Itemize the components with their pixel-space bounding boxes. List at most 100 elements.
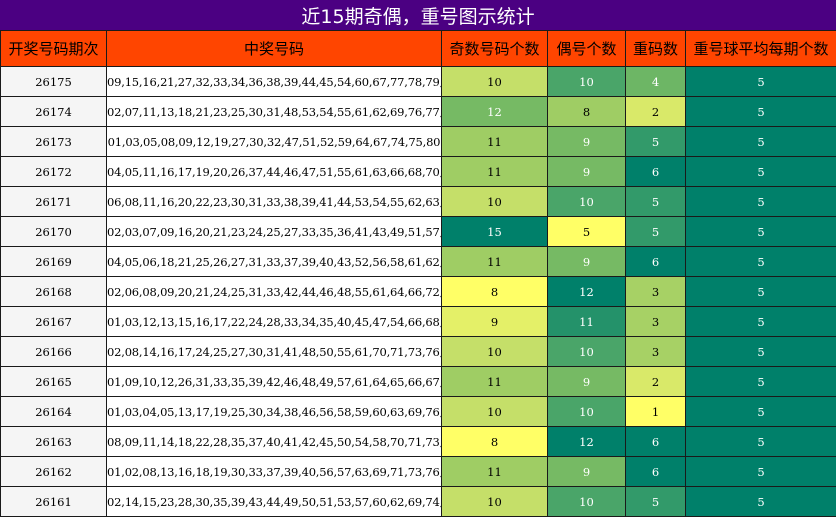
table-row: 26170 02,03,07,09,16,20,21,23,24,25,27,33… — [0, 216, 836, 247]
cell-odd-count: 10 — [441, 66, 548, 97]
cell-even-count: 9 — [547, 126, 626, 157]
header-period: 开奖号码期次 — [0, 30, 107, 67]
cell-numbers: 01,03,05,08,09,12,19,27,30,32,47,51,52,5… — [106, 126, 442, 157]
stats-table: 开奖号码期次 中奖号码 奇数号码个数 偶号个数 重码数 重号球平均每期个数 26… — [0, 30, 836, 517]
cell-avg-repeat: 5 — [685, 156, 836, 187]
table-body: 26175 09,15,16,21,27,32,33,34,36,38,39,44… — [0, 66, 836, 517]
cell-odd-count: 10 — [441, 486, 548, 517]
chart-title: 近15期奇偶，重号图示统计 — [0, 0, 836, 30]
cell-odd-count: 11 — [441, 246, 548, 277]
cell-period: 26167 — [0, 306, 107, 337]
header-odd-count: 奇数号码个数 — [441, 30, 548, 67]
table-row: 26166 02,08,14,16,17,24,25,27,30,31,41,48… — [0, 336, 836, 367]
cell-period: 26164 — [0, 396, 107, 427]
cell-period: 26172 — [0, 156, 107, 187]
cell-period: 26173 — [0, 126, 107, 157]
cell-repeat-count: 5 — [625, 486, 686, 517]
cell-even-count: 10 — [547, 186, 626, 217]
header-avg-repeat: 重号球平均每期个数 — [685, 30, 836, 67]
cell-repeat-count: 6 — [625, 426, 686, 457]
table-row: 26168 02,06,08,09,20,21,24,25,31,33,42,44… — [0, 276, 836, 307]
cell-avg-repeat: 5 — [685, 486, 836, 517]
table-row: 26165 01,09,10,12,26,31,33,35,39,42,46,48… — [0, 366, 836, 397]
cell-even-count: 10 — [547, 396, 626, 427]
cell-even-count: 11 — [547, 306, 626, 337]
cell-avg-repeat: 5 — [685, 426, 836, 457]
cell-numbers: 04,05,06,18,21,25,26,27,31,33,37,39,40,4… — [106, 246, 442, 277]
cell-odd-count: 10 — [441, 336, 548, 367]
cell-avg-repeat: 5 — [685, 216, 836, 247]
cell-odd-count: 9 — [441, 306, 548, 337]
cell-numbers: 01,02,08,13,16,18,19,30,33,37,39,40,56,5… — [106, 456, 442, 487]
cell-even-count: 8 — [547, 96, 626, 127]
cell-repeat-count: 1 — [625, 396, 686, 427]
cell-avg-repeat: 5 — [685, 306, 836, 337]
cell-period: 26163 — [0, 426, 107, 457]
cell-odd-count: 10 — [441, 396, 548, 427]
cell-avg-repeat: 5 — [685, 336, 836, 367]
cell-repeat-count: 6 — [625, 156, 686, 187]
cell-numbers: 09,15,16,21,27,32,33,34,36,38,39,44,45,5… — [106, 66, 442, 97]
cell-repeat-count: 6 — [625, 246, 686, 277]
table-row: 26163 08,09,11,14,18,22,28,35,37,40,41,42… — [0, 426, 836, 457]
table-row: 26162 01,02,08,13,16,18,19,30,33,37,39,40… — [0, 456, 836, 487]
cell-avg-repeat: 5 — [685, 126, 836, 157]
cell-numbers: 02,06,08,09,20,21,24,25,31,33,42,44,46,4… — [106, 276, 442, 307]
cell-period: 26170 — [0, 216, 107, 247]
cell-even-count: 9 — [547, 366, 626, 397]
cell-avg-repeat: 5 — [685, 96, 836, 127]
cell-avg-repeat: 5 — [685, 246, 836, 277]
cell-even-count: 9 — [547, 246, 626, 277]
table-row: 26174 02,07,11,13,18,21,23,25,30,31,48,53… — [0, 96, 836, 127]
cell-avg-repeat: 5 — [685, 366, 836, 397]
cell-numbers: 01,09,10,12,26,31,33,35,39,42,46,48,49,5… — [106, 366, 442, 397]
header-numbers: 中奖号码 — [106, 30, 442, 67]
cell-odd-count: 11 — [441, 456, 548, 487]
cell-even-count: 12 — [547, 276, 626, 307]
cell-numbers: 02,03,07,09,16,20,21,23,24,25,27,33,35,3… — [106, 216, 442, 247]
header-repeat-count: 重码数 — [625, 30, 686, 67]
table-row: 26171 06,08,11,16,20,22,23,30,31,33,38,39… — [0, 186, 836, 217]
cell-numbers: 08,09,11,14,18,22,28,35,37,40,41,42,45,5… — [106, 426, 442, 457]
cell-avg-repeat: 5 — [685, 276, 836, 307]
cell-repeat-count: 3 — [625, 306, 686, 337]
cell-odd-count: 10 — [441, 186, 548, 217]
cell-odd-count: 11 — [441, 126, 548, 157]
cell-odd-count: 12 — [441, 96, 548, 127]
cell-period: 26162 — [0, 456, 107, 487]
cell-even-count: 10 — [547, 486, 626, 517]
cell-odd-count: 8 — [441, 426, 548, 457]
cell-period: 26165 — [0, 366, 107, 397]
cell-repeat-count: 5 — [625, 126, 686, 157]
cell-period: 26169 — [0, 246, 107, 277]
cell-repeat-count: 3 — [625, 336, 686, 367]
cell-odd-count: 11 — [441, 366, 548, 397]
cell-odd-count: 8 — [441, 276, 548, 307]
cell-numbers: 04,05,11,16,17,19,20,26,37,44,46,47,51,5… — [106, 156, 442, 187]
cell-period: 26166 — [0, 336, 107, 367]
cell-even-count: 9 — [547, 156, 626, 187]
cell-repeat-count: 3 — [625, 276, 686, 307]
header-even-count: 偶号个数 — [547, 30, 626, 67]
cell-repeat-count: 6 — [625, 456, 686, 487]
cell-even-count: 12 — [547, 426, 626, 457]
cell-period: 26161 — [0, 486, 107, 517]
cell-period: 26175 — [0, 66, 107, 97]
cell-repeat-count: 2 — [625, 366, 686, 397]
cell-period: 26174 — [0, 96, 107, 127]
cell-repeat-count: 4 — [625, 66, 686, 97]
header-row: 开奖号码期次 中奖号码 奇数号码个数 偶号个数 重码数 重号球平均每期个数 — [0, 30, 836, 67]
cell-even-count: 10 — [547, 336, 626, 367]
cell-even-count: 10 — [547, 66, 626, 97]
cell-numbers: 01,03,04,05,13,17,19,25,30,34,38,46,56,5… — [106, 396, 442, 427]
cell-repeat-count: 2 — [625, 96, 686, 127]
cell-avg-repeat: 5 — [685, 456, 836, 487]
cell-avg-repeat: 5 — [685, 66, 836, 97]
cell-period: 26171 — [0, 186, 107, 217]
table-row: 26173 01,03,05,08,09,12,19,27,30,32,47,51… — [0, 126, 836, 157]
cell-numbers: 02,07,11,13,18,21,23,25,30,31,48,53,54,5… — [106, 96, 442, 127]
table-row: 26167 01,03,12,13,15,16,17,22,24,28,33,34… — [0, 306, 836, 337]
cell-even-count: 5 — [547, 216, 626, 247]
table-row: 26161 02,14,15,23,28,30,35,39,43,44,49,50… — [0, 486, 836, 517]
cell-odd-count: 15 — [441, 216, 548, 247]
